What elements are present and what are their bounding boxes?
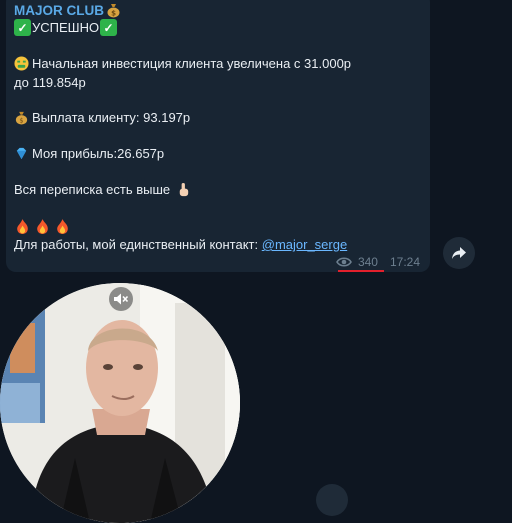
share-arrow-icon [452,247,466,259]
investment-line-2: до 119.854р [14,75,86,90]
correspondence-line: Вся переписка есть выше [14,182,194,197]
contact-link[interactable]: @major_serge [262,237,347,252]
money-bag-icon: $ [107,4,120,18]
muted-speaker-icon [114,293,129,305]
fire-line [14,218,74,235]
correspondence-text: Вся переписка есть выше [14,182,171,197]
investment-text-2: до 119.854р [14,75,86,90]
channel-name[interactable]: MAJOR CLUB [14,3,104,18]
fire-icon [17,219,28,234]
contact-prefix: Для работы, мой единственный контакт: [14,237,262,252]
video-frame [0,283,240,523]
svg-text:$: $ [19,117,23,125]
message-time: 17:24 [389,255,420,269]
mute-toggle[interactable] [109,287,133,311]
fire-icon [57,219,68,234]
fire-icon [37,219,48,234]
check-mark-icon: ✓ [14,19,31,36]
gem-icon [16,147,27,160]
check-mark-icon: ✓ [100,19,118,36]
message-meta: 340 17:24 [336,255,420,269]
payout-line: $ Выплата клиенту: 93.197р [14,110,190,125]
investment-line: Начальная инвестиция клиента увеличена с… [14,56,351,71]
status-text: УСПЕШНО [32,20,100,35]
contact-line: Для работы, мой единственный контакт: @m… [14,237,347,252]
profit-line: Моя прибыль:26.657р [14,146,164,161]
money-bag-icon: $ [15,111,28,125]
svg-text:$: $ [111,10,116,18]
payout-text: Выплата клиенту: 93.197р [32,110,191,125]
share-button[interactable] [443,237,475,269]
video-message[interactable] [0,283,240,523]
eye-icon [336,257,352,267]
channel-title[interactable]: MAJOR CLUB $ [14,2,121,18]
investment-text-1: Начальная инвестиция клиента увеличена с… [32,56,352,71]
views-count: 340 [357,255,378,269]
views-underline [338,270,384,272]
point-up-icon [179,182,189,197]
status-line: ✓ УСПЕШНО ✓ [14,19,118,36]
profit-text: Моя прибыль:26.657р [32,146,165,161]
share-button[interactable] [316,484,348,516]
money-mouth-face-icon [14,56,29,71]
